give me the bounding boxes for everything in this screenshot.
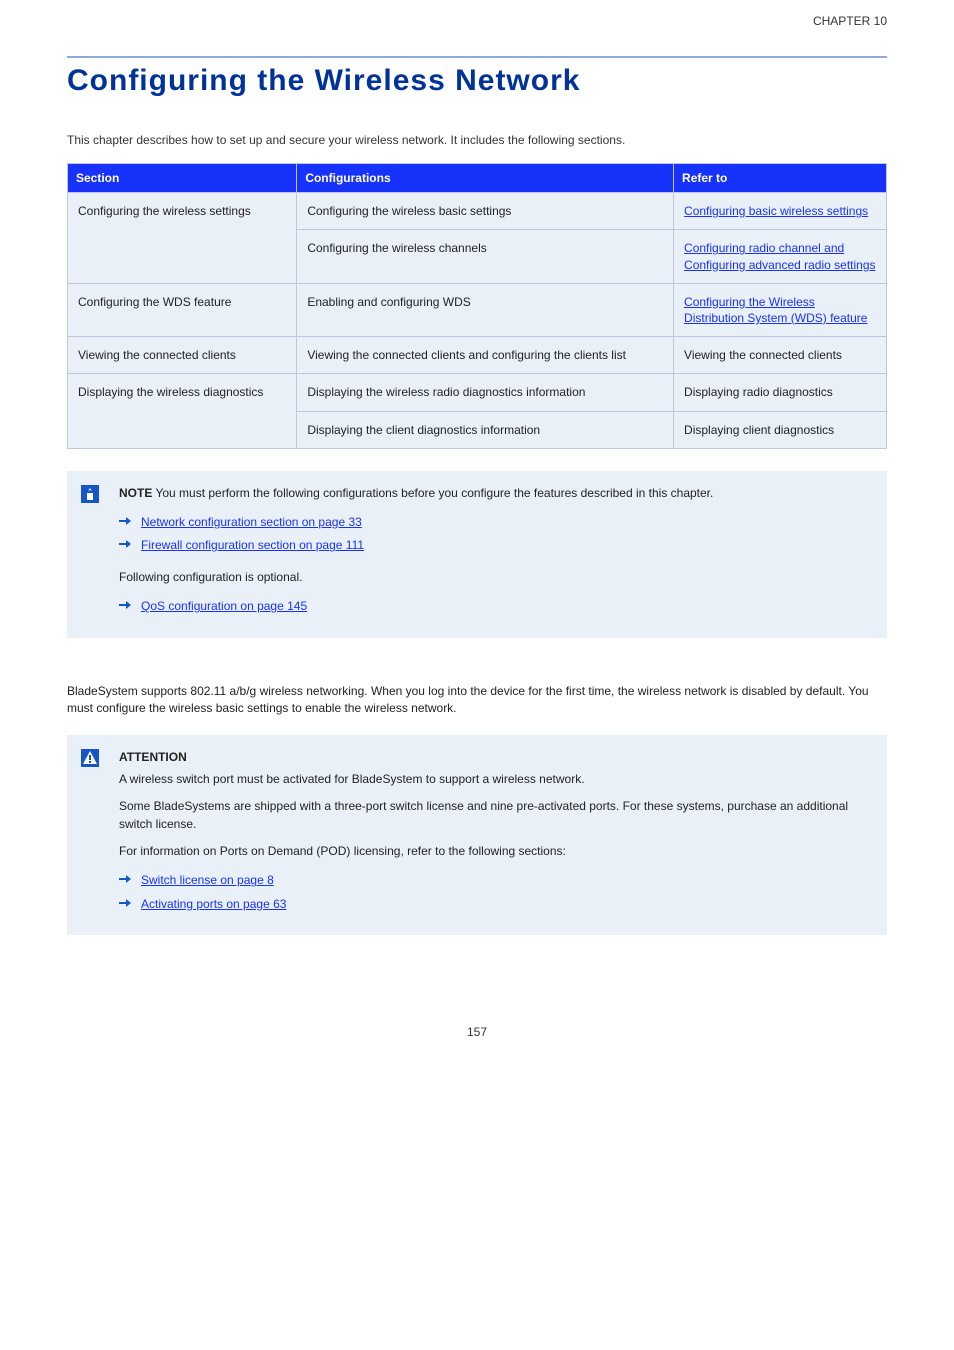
cell-refer: Displaying client diagnostics: [674, 411, 887, 448]
attention-p1: A wireless switch port must be activated…: [119, 771, 871, 788]
table-row: Configuring the wireless settings Config…: [68, 193, 887, 230]
bullet-arrow-icon: [119, 898, 141, 908]
cell-config: Configuring the wireless channels: [297, 230, 674, 283]
cell-refer: Viewing the connected clients: [674, 337, 887, 374]
sections-table: Section Configurations Refer to Configur…: [67, 163, 887, 449]
page-number: 157: [67, 1025, 887, 1039]
chapter-number: CHAPTER 10: [813, 14, 887, 28]
note-lead-rest: You must perform the following configura…: [152, 486, 713, 500]
list-item: Activating ports on page 63: [119, 896, 871, 913]
cell-refer: Configuring the Wireless Distribution Sy…: [674, 283, 887, 336]
list-item: QoS configuration on page 145: [119, 598, 871, 615]
intro-paragraph: This chapter describes how to set up and…: [67, 132, 887, 148]
list-item: Switch license on page 8: [119, 872, 871, 889]
table-row: Configuring the WDS feature Enabling and…: [68, 283, 887, 336]
cell-config: Displaying the client diagnostics inform…: [297, 411, 674, 448]
cell-refer: Displaying radio diagnostics: [674, 374, 887, 411]
attention-icon: [81, 749, 99, 772]
table-row: Viewing the connected clients Viewing th…: [68, 337, 887, 374]
note-optional-lead: Following configuration is optional.: [119, 569, 871, 586]
attention-lead: ATTENTION: [119, 749, 871, 766]
bullet-arrow-icon: [119, 516, 141, 526]
cell-config: Configuring the wireless basic settings: [297, 193, 674, 230]
table-row: Displaying the wireless diagnostics Disp…: [68, 374, 887, 411]
attention-label: ATTENTION: [119, 750, 187, 764]
bullet-arrow-icon: [119, 600, 141, 610]
attention-link[interactable]: Switch license on page 8: [141, 873, 274, 887]
cell-section: Configuring the WDS feature: [68, 283, 297, 336]
cell-config: Viewing the connected clients and config…: [297, 337, 674, 374]
cell-section: Configuring the wireless settings: [68, 193, 297, 284]
th-section: Section: [68, 164, 297, 193]
cell-section: Viewing the connected clients: [68, 337, 297, 374]
table-link[interactable]: Configuring the Wireless Distribution Sy…: [684, 295, 867, 325]
bullet-arrow-icon: [119, 874, 141, 884]
body-paragraph: BladeSystem supports 802.11 a/b/g wirele…: [67, 683, 887, 718]
cell-refer: Configuring basic wireless settings: [674, 193, 887, 230]
th-refer: Refer to: [674, 164, 887, 193]
note-lead: NOTE You must perform the following conf…: [119, 485, 871, 502]
th-config: Configurations: [297, 164, 674, 193]
table-link[interactable]: Configuring radio channel and Configurin…: [684, 241, 875, 271]
note-link[interactable]: Firewall configuration section on page 1…: [141, 538, 364, 552]
page-title: Configuring the Wireless Network: [67, 64, 887, 98]
attention-callout: ATTENTION A wireless switch port must be…: [67, 735, 887, 935]
cell-config: Enabling and configuring WDS: [297, 283, 674, 336]
attention-p3: For information on Ports on Demand (POD)…: [119, 843, 871, 860]
list-item: Network configuration section on page 33: [119, 514, 871, 531]
note-icon: [81, 485, 99, 508]
cell-config: Displaying the wireless radio diagnostic…: [297, 374, 674, 411]
note-link[interactable]: Network configuration section on page 33: [141, 515, 362, 529]
cell-refer: Configuring radio channel and Configurin…: [674, 230, 887, 283]
top-divider: [67, 56, 887, 58]
note-label: NOTE: [119, 486, 152, 500]
note-callout: NOTE You must perform the following conf…: [67, 471, 887, 638]
table-link[interactable]: Configuring basic wireless settings: [684, 204, 868, 218]
cell-section: Displaying the wireless diagnostics: [68, 374, 297, 448]
list-item: Firewall configuration section on page 1…: [119, 537, 871, 554]
bullet-arrow-icon: [119, 539, 141, 549]
note-link[interactable]: QoS configuration on page 145: [141, 599, 307, 613]
attention-p2: Some BladeSystems are shipped with a thr…: [119, 798, 871, 833]
attention-link[interactable]: Activating ports on page 63: [141, 897, 286, 911]
